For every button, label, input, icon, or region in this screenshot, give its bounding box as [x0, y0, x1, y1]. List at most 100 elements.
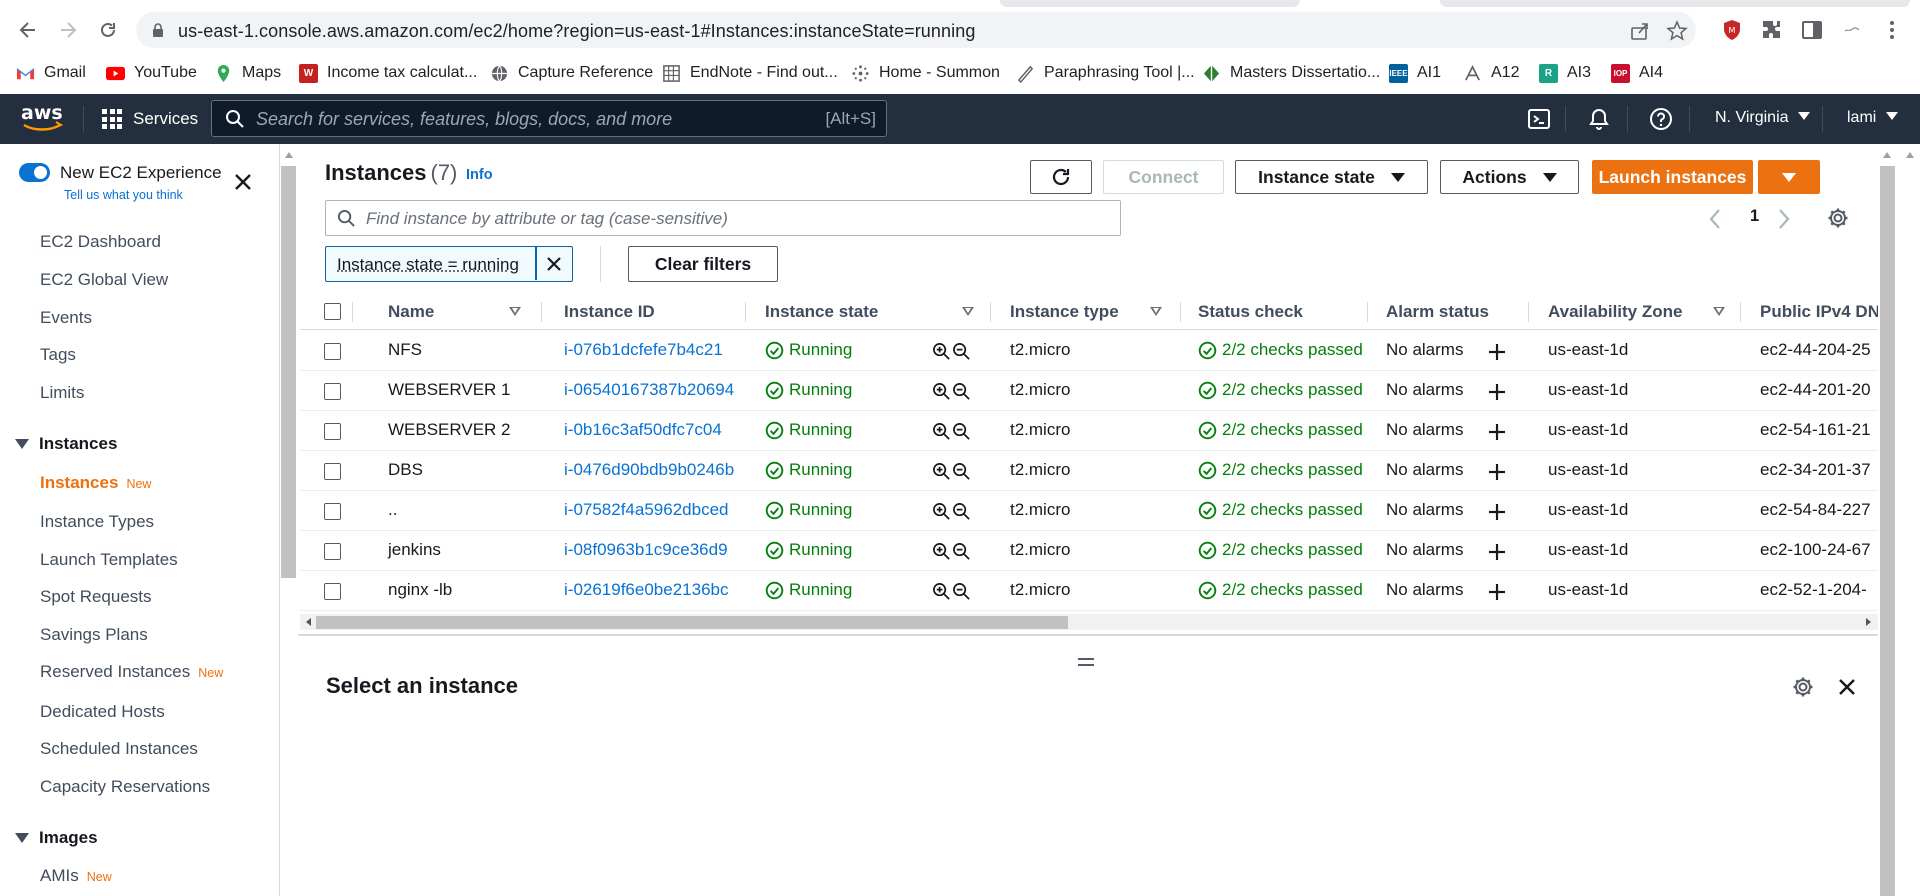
scrollbar-thumb[interactable]	[281, 166, 296, 578]
sidebar-item-tags[interactable]: Tags	[40, 345, 76, 365]
instance-state-dropdown[interactable]: Instance state	[1235, 160, 1428, 194]
remove-token-icon[interactable]	[544, 254, 564, 274]
sidebar-section-images[interactable]: Images	[15, 828, 98, 848]
add-alarm-icon[interactable]	[1487, 542, 1507, 562]
sidebar-item-instance-types[interactable]: Instance Types	[40, 512, 154, 532]
zoom-in-icon[interactable]	[932, 462, 951, 481]
region-selector[interactable]: N. Virginia	[1715, 109, 1810, 127]
launch-instances-button[interactable]: Launch instances	[1592, 160, 1753, 194]
sidebar-item-amis[interactable]: AMIs New	[40, 866, 112, 886]
bookmark-income-tax[interactable]: W Income tax calculat...	[299, 60, 477, 86]
add-alarm-icon[interactable]	[1487, 582, 1507, 602]
sort-icon[interactable]	[1713, 307, 1725, 316]
bookmark-ai1[interactable]: IEEE AI1	[1389, 60, 1441, 86]
bookmark-youtube[interactable]: YouTube	[106, 60, 197, 86]
zoom-out-icon[interactable]	[952, 542, 971, 561]
instance-filter-input[interactable]: Find instance by attribute or tag (case-…	[325, 200, 1121, 236]
chrome-menu-icon[interactable]	[1880, 18, 1904, 42]
add-alarm-icon[interactable]	[1487, 502, 1507, 522]
column-header-instance-type[interactable]: Instance type	[1010, 302, 1119, 322]
column-header-instance-state[interactable]: Instance state	[765, 302, 878, 322]
zoom-in-icon[interactable]	[932, 422, 951, 441]
sidebar-item-scheduled-instances[interactable]: Scheduled Instances	[40, 739, 198, 759]
close-icon[interactable]	[232, 171, 254, 193]
sidebar-item-spot-requests[interactable]: Spot Requests	[40, 587, 152, 607]
table-row[interactable]: .. i-07582f4a5962dbced Running t2.micro …	[300, 491, 1878, 531]
zoom-out-icon[interactable]	[952, 342, 971, 361]
bookmark-ai3[interactable]: R AI3	[1539, 60, 1591, 86]
share-icon[interactable]	[1629, 20, 1651, 42]
bookmark-a12[interactable]: A12	[1463, 60, 1519, 86]
scroll-up-icon[interactable]	[1883, 152, 1891, 158]
zoom-in-icon[interactable]	[932, 342, 951, 361]
zoom-in-icon[interactable]	[932, 502, 951, 521]
instance-id-link[interactable]: i-07582f4a5962dbced	[564, 500, 728, 520]
aws-logo[interactable]: aws	[21, 102, 65, 134]
table-horizontal-scrollbar[interactable]	[300, 614, 1880, 630]
sidebar-item-events[interactable]: Events	[40, 308, 92, 328]
column-header-public-ipv4-dns[interactable]: Public IPv4 DN	[1760, 302, 1880, 322]
column-header-availability-zone[interactable]: Availability Zone	[1548, 302, 1682, 322]
zoom-in-icon[interactable]	[932, 542, 951, 561]
scroll-right-icon[interactable]	[1866, 618, 1871, 626]
bookmark-paraphrasing[interactable]: Paraphrasing Tool |...	[1016, 60, 1195, 86]
feedback-link[interactable]: Tell us what you think	[64, 188, 183, 202]
sort-icon[interactable]	[962, 307, 974, 316]
column-header-instance-id[interactable]: Instance ID	[564, 302, 655, 322]
forward-icon[interactable]	[52, 14, 84, 46]
zoom-out-icon[interactable]	[952, 382, 971, 401]
bookmark-capture-reference[interactable]: Capture Reference	[490, 60, 653, 86]
zoom-out-icon[interactable]	[952, 422, 971, 441]
page-scrollbar[interactable]	[1878, 144, 1920, 896]
bookmark-endnote[interactable]: EndNote - Find out...	[662, 60, 838, 86]
column-header-name[interactable]: Name	[388, 302, 434, 322]
sidebar-item-capacity-reservations[interactable]: Capacity Reservations	[40, 777, 210, 797]
instance-id-link[interactable]: i-08f0963b1c9ce36d9	[564, 540, 728, 560]
table-row[interactable]: DBS i-0476d90bdb9b0246b Running t2.micro…	[300, 451, 1878, 491]
info-link[interactable]: Info	[466, 167, 493, 183]
reload-icon[interactable]	[92, 14, 124, 46]
bookmark-ai4[interactable]: IOP AI4	[1611, 60, 1663, 86]
status-check-cell[interactable]: 2/2 checks passed	[1198, 460, 1363, 480]
table-row[interactable]: NFS i-076b1dcfefe7b4c21 Running t2.micro…	[300, 331, 1878, 371]
add-alarm-icon[interactable]	[1487, 382, 1507, 402]
sidebar-item-reserved-instances[interactable]: Reserved Instances New	[40, 662, 223, 682]
sidebar-item-savings-plans[interactable]: Savings Plans	[40, 625, 148, 645]
split-panel-drag-handle[interactable]	[1078, 658, 1094, 668]
bookmark-summon[interactable]: Home - Summon	[851, 60, 1000, 86]
row-checkbox[interactable]	[324, 423, 341, 440]
table-row[interactable]: nginx -lb i-02619f6e0be2136bc Running t2…	[300, 571, 1878, 611]
bookmark-gmail[interactable]: Gmail	[16, 60, 86, 86]
add-alarm-icon[interactable]	[1487, 462, 1507, 482]
column-header-status-check[interactable]: Status check	[1198, 302, 1303, 322]
status-check-cell[interactable]: 2/2 checks passed	[1198, 500, 1363, 520]
extension-shield-icon[interactable]: M	[1720, 18, 1744, 42]
instance-id-link[interactable]: i-0b16c3af50dfc7c04	[564, 420, 722, 440]
zoom-in-icon[interactable]	[932, 582, 951, 601]
zoom-out-icon[interactable]	[952, 582, 971, 601]
gear-icon[interactable]	[1791, 675, 1815, 699]
row-checkbox[interactable]	[324, 463, 341, 480]
refresh-button[interactable]	[1030, 160, 1092, 194]
chevron-left-icon[interactable]	[1708, 208, 1722, 230]
gear-icon[interactable]	[1826, 206, 1850, 230]
sidebar-scrollbar[interactable]	[280, 144, 298, 896]
column-header-alarm-status[interactable]: Alarm status	[1386, 302, 1489, 322]
star-icon[interactable]	[1666, 20, 1688, 42]
page-number[interactable]: 1	[1750, 207, 1759, 226]
sort-icon[interactable]	[1150, 307, 1162, 316]
row-checkbox[interactable]	[324, 543, 341, 560]
clear-filters-button[interactable]: Clear filters	[628, 246, 778, 282]
sort-icon[interactable]	[509, 307, 521, 316]
zoom-out-icon[interactable]	[952, 502, 971, 521]
sidebar-item-instances[interactable]: Instances New	[40, 473, 151, 493]
add-alarm-icon[interactable]	[1487, 342, 1507, 362]
select-all-checkbox[interactable]	[324, 303, 341, 320]
status-check-cell[interactable]: 2/2 checks passed	[1198, 420, 1363, 440]
scrollbar-thumb[interactable]	[1880, 166, 1895, 896]
actions-dropdown[interactable]: Actions	[1440, 160, 1579, 194]
scroll-up-icon[interactable]	[1906, 152, 1914, 158]
launch-options-dropdown[interactable]	[1758, 160, 1820, 194]
cloudshell-icon[interactable]	[1527, 107, 1551, 131]
instance-id-link[interactable]: i-02619f6e0be2136bc	[564, 580, 728, 600]
